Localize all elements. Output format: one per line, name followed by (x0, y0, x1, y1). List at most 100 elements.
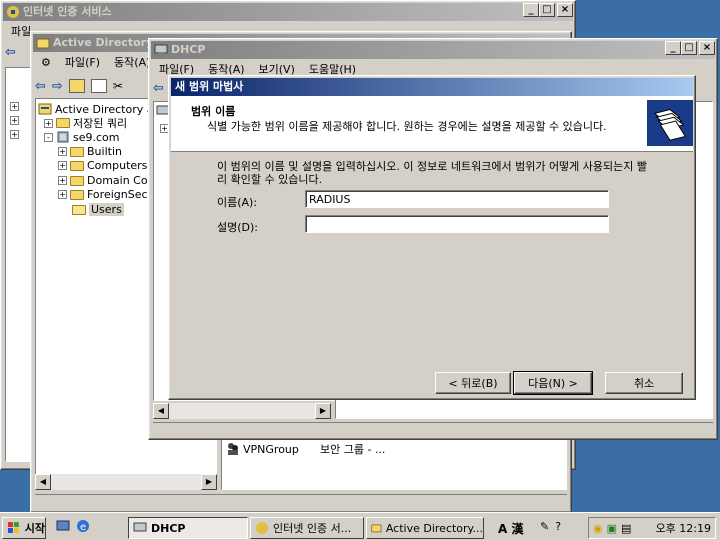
domain-icon (57, 131, 69, 143)
ime-indicator: A 漢 (498, 522, 524, 536)
wizard-header: 범위 이름 식별 가능한 범위 이름을 제공해야 합니다. 원하는 경우에는 설… (171, 96, 693, 152)
task-label: Active Directory... (385, 521, 483, 535)
dhcp-titlebar[interactable]: DHCP (151, 41, 715, 59)
dhcp-tree-hscrollbar[interactable]: ◀ ▶ (153, 403, 331, 419)
maximize-icon[interactable]: □ (539, 3, 555, 17)
task-ias[interactable]: 인터넷 인증 서... (250, 517, 364, 539)
scroll-left-icon[interactable]: ◀ (153, 403, 169, 419)
folder-icon (70, 189, 84, 200)
expand-icon[interactable]: + (10, 102, 19, 111)
ias-app-icon (7, 6, 19, 18)
back-arrow-icon[interactable]: ⇦ (5, 45, 16, 60)
dhcp-title: DHCP (171, 43, 206, 56)
quick-launch: e (56, 519, 90, 533)
back-arrow-icon[interactable]: ⇦ (153, 81, 164, 96)
list-item[interactable]: VPNGroup 보안 그룹 - ... (226, 441, 385, 457)
minimize-icon[interactable]: _ (665, 41, 681, 55)
clock[interactable]: 오후 12:19 (656, 520, 715, 536)
start-label: 시작 (24, 522, 45, 535)
security-icon[interactable]: ◉ (593, 522, 603, 535)
start-button[interactable]: 시작 (2, 517, 46, 539)
tree-item-foreign-security[interactable]: + ForeignSec (58, 188, 148, 201)
dhcp-app-icon (133, 522, 147, 532)
expand-icon[interactable]: + (44, 118, 53, 128)
tree-label: 저장된 쿼리 (73, 117, 128, 130)
ias-titlebar[interactable]: 인터넷 인증 서비스 (3, 3, 573, 21)
back-arrow-icon[interactable]: ⇦ (35, 79, 46, 94)
tree-item-saved-queries[interactable]: + 저장된 쿼리 (44, 115, 127, 131)
close-icon[interactable]: × (699, 41, 715, 55)
next-button[interactable]: 다음(N) > (513, 371, 593, 395)
expand-icon[interactable]: + (58, 176, 67, 185)
show-tree-icon[interactable] (90, 79, 107, 93)
wizard-instruction: 이 범위의 이름 및 설명을 입력하십시오. 이 정보로 네트워크에서 범위가 … (217, 160, 648, 186)
dhcp-window-controls: _ □ × (665, 41, 715, 55)
expand-icon[interactable]: + (58, 147, 67, 156)
folder-icon (56, 118, 70, 128)
help-icon[interactable]: ? (555, 520, 561, 533)
ad-app-icon (36, 38, 50, 49)
ime-toolbar[interactable]: A 漢 (498, 520, 523, 537)
task-dhcp[interactable]: DHCP (128, 517, 248, 539)
show-desktop-icon[interactable] (56, 519, 70, 533)
name-input[interactable]: RADIUS (305, 190, 609, 208)
minimize-icon[interactable]: _ (523, 3, 539, 17)
ias-window-controls: _ □ × (523, 3, 573, 17)
ias-app-icon (256, 522, 268, 534)
scroll-right-icon[interactable]: ▶ (315, 403, 331, 419)
tree-item-domain[interactable]: - se9.com (44, 130, 120, 144)
scroll-left-icon[interactable]: ◀ (35, 474, 51, 490)
tree-item-domain-controllers[interactable]: + Domain Co (58, 174, 148, 187)
cancel-button[interactable]: 취소 (605, 372, 683, 394)
directory-icon (38, 103, 52, 115)
ad-app-icon (371, 524, 382, 533)
wizard-title: 새 범위 마법사 (175, 80, 244, 93)
description-input[interactable] (305, 215, 609, 233)
scroll-right-icon[interactable]: ▶ (201, 474, 217, 490)
dhcp-statusbar (153, 422, 713, 436)
taskbar: 시작 e DHCP 인터넷 인증 서... Active Directory..… (0, 512, 720, 540)
list-item-name: VPNGroup (243, 442, 299, 456)
task-active-directory[interactable]: Active Directory... (366, 517, 484, 539)
ad-toolbar: ⇦ ⇨ ✂ (35, 76, 145, 96)
tree-item-users[interactable]: Users (72, 203, 124, 216)
tree-item-builtin[interactable]: + Builtin (58, 145, 122, 158)
description-label: 설명(D): (217, 221, 258, 234)
tree-label: ForeignSec (87, 188, 148, 201)
tree-label: se9.com (73, 130, 120, 144)
menu-item-file[interactable]: 파일(F) (58, 54, 107, 70)
wizard-header-title: 범위 이름 (191, 105, 236, 118)
scope-documents-icon (647, 100, 693, 146)
volume-icon[interactable]: ▤ (621, 522, 631, 535)
task-label: DHCP (151, 521, 186, 535)
ad-tree-hscrollbar[interactable]: ◀ ▶ (35, 474, 217, 490)
network-icon[interactable]: ▣ (607, 522, 617, 535)
group-icon (228, 443, 238, 455)
folder-open-icon (72, 204, 86, 215)
tree-item-computers[interactable]: + Computers (58, 159, 147, 172)
tree-label: Domain Co (87, 174, 148, 187)
close-icon[interactable]: × (557, 3, 573, 17)
back-button[interactable]: < 뒤로(B) (435, 372, 511, 394)
maximize-icon[interactable]: □ (681, 41, 697, 55)
expand-icon[interactable]: + (58, 161, 67, 170)
expand-icon[interactable]: + (10, 116, 19, 125)
tray-extra-icons: ✎ ? (540, 520, 561, 533)
folder-icon (70, 160, 84, 171)
forward-arrow-icon[interactable]: ⇨ (52, 79, 63, 94)
expand-icon[interactable]: + (10, 130, 19, 139)
wizard-header-description: 식별 가능한 범위 이름을 제공해야 합니다. 원하는 경우에는 설명을 제공할… (207, 120, 607, 133)
system-tray: ◉ ▣ ▤ 오후 12:19 (588, 517, 716, 539)
ime-pad-icon[interactable]: ✎ (540, 520, 549, 533)
internet-explorer-icon[interactable]: e (76, 519, 90, 533)
dhcp-app-icon (154, 44, 168, 56)
collapse-icon[interactable]: - (44, 132, 53, 142)
cut-icon[interactable]: ✂ (113, 79, 123, 93)
tree-label: Computers (87, 159, 148, 172)
up-folder-icon[interactable] (68, 79, 85, 93)
ad-menu-app-icon[interactable]: ⚙ (34, 56, 58, 69)
expand-icon[interactable]: + (58, 190, 67, 199)
tree-label: Users (89, 203, 124, 216)
wizard-titlebar[interactable]: 새 범위 마법사 (171, 78, 693, 96)
task-label: 인터넷 인증 서... (273, 522, 352, 535)
